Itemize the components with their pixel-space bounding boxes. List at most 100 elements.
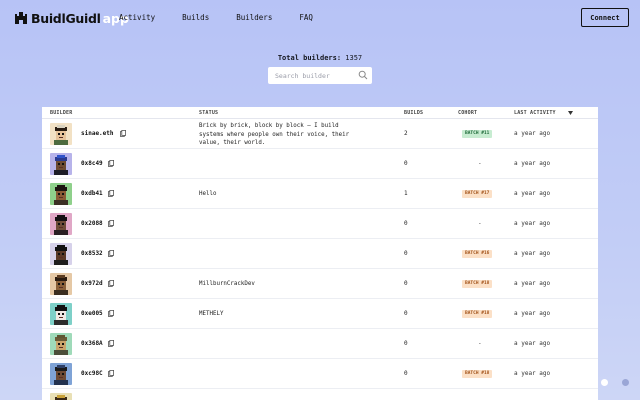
header-status[interactable]: STATUS <box>199 110 218 116</box>
builders-table: BUILDER STATUS BUILDS COHORT LAST ACTIVI… <box>42 107 598 400</box>
copy-icon[interactable] <box>120 130 126 137</box>
table-row[interactable]: 0x8c49 0 - a year ago <box>42 149 598 179</box>
avatar[interactable] <box>50 273 72 295</box>
builds-count: 0 <box>404 370 408 377</box>
cohort-badge[interactable]: BATCH #11 <box>462 130 493 138</box>
top-nav: BuidlGuidl app Activity Builds Builders … <box>0 0 640 36</box>
avatar[interactable] <box>50 333 72 355</box>
search-box <box>268 67 372 84</box>
last-activity: a year ago <box>514 160 551 167</box>
last-activity: a year ago <box>514 130 551 137</box>
last-activity: a year ago <box>514 370 551 377</box>
nav-link-activity[interactable]: Activity <box>119 13 155 22</box>
sort-down-icon[interactable] <box>568 111 573 115</box>
builds-count: 0 <box>404 280 408 287</box>
copy-icon[interactable] <box>108 280 114 287</box>
last-activity: a year ago <box>514 190 551 197</box>
builder-status: METHELY <box>199 310 374 319</box>
brand-logo[interactable]: BuidlGuidl app <box>14 9 129 27</box>
table-header: BUILDER STATUS BUILDS COHORT LAST ACTIVI… <box>42 107 598 119</box>
avatar[interactable] <box>50 393 72 400</box>
status-line: Brick by brick, block by block — I build <box>199 123 339 129</box>
nav-link-faq[interactable]: FAQ <box>299 13 313 22</box>
avatar[interactable] <box>50 303 72 325</box>
table-row[interactable]: 0x2088 0 - a year ago <box>42 209 598 239</box>
last-activity: a year ago <box>514 280 551 287</box>
status-line: Hello <box>199 191 217 197</box>
avatar[interactable] <box>50 123 72 145</box>
total-builders: Total builders: 1357 <box>0 54 640 62</box>
builds-count: 0 <box>404 340 408 347</box>
builder-address[interactable]: sinae.eth <box>81 130 114 137</box>
status-line: METHELY <box>199 311 224 317</box>
avatar[interactable] <box>50 213 72 235</box>
total-builders-value: 1357 <box>345 54 363 62</box>
copy-icon[interactable] <box>108 310 114 317</box>
table-row[interactable]: 0x8532 0 BATCH #16 a year ago <box>42 239 598 269</box>
header-cohort[interactable]: COHORT <box>458 110 477 116</box>
status-line: systems where people own their voice, th… <box>199 131 350 138</box>
table-row[interactable]: 0xe005 METHELY 0 BATCH #18 a year ago <box>42 299 598 329</box>
avatar[interactable] <box>50 183 72 205</box>
copy-icon[interactable] <box>108 220 114 227</box>
table-row[interactable]: 0xdb41 Hello 1 BATCH #17 a year ago <box>42 179 598 209</box>
header-last-activity[interactable]: LAST ACTIVITY <box>514 110 556 116</box>
total-builders-label: Total builders: <box>277 54 342 62</box>
builder-status: Brick by brick, block by block — I build… <box>199 122 374 148</box>
table-row[interactable]: sinae.eth Brick by brick, block by block … <box>42 119 598 149</box>
builds-count: 0 <box>404 220 408 227</box>
cohort-badge[interactable]: BATCH #16 <box>462 250 493 258</box>
builder-address[interactable]: 0x8532 <box>81 250 103 257</box>
copy-icon[interactable] <box>108 160 114 167</box>
builds-count: 0 <box>404 250 408 257</box>
builder-address[interactable]: 0xdb41 <box>81 190 103 197</box>
header-builds[interactable]: BUILDS <box>404 110 423 116</box>
search-icon[interactable] <box>358 70 368 80</box>
table-row[interactable]: 0x368A 0 - a year ago <box>42 329 598 359</box>
page-dot-active[interactable] <box>601 379 608 386</box>
table-row[interactable] <box>42 389 598 400</box>
status-line: MillburnCrackDev <box>199 281 255 287</box>
builder-address[interactable]: 0xe005 <box>81 310 103 317</box>
builder-address[interactable]: 0x972d <box>81 280 103 287</box>
builds-count: 0 <box>404 160 408 167</box>
copy-icon[interactable] <box>108 340 114 347</box>
copy-icon[interactable] <box>108 190 114 197</box>
copy-icon[interactable] <box>108 250 114 257</box>
last-activity: a year ago <box>514 220 551 227</box>
table-row[interactable]: 0xc98C 0 BATCH #18 a year ago <box>42 359 598 389</box>
nav-link-builds[interactable]: Builds <box>182 13 209 22</box>
cohort-badge[interactable]: BATCH #18 <box>462 310 493 318</box>
cohort-badge[interactable]: BATCH #18 <box>462 280 493 288</box>
builder-address[interactable]: 0xc98C <box>81 370 103 377</box>
connect-button[interactable]: Connect <box>581 8 629 27</box>
cohort-empty: - <box>478 340 482 347</box>
builds-count: 0 <box>404 310 408 317</box>
builds-count: 1 <box>404 190 408 197</box>
last-activity: a year ago <box>514 310 551 317</box>
builder-address[interactable]: 0x8c49 <box>81 160 103 167</box>
search-input[interactable] <box>268 67 354 84</box>
cohort-badge[interactable]: BATCH #18 <box>462 370 493 378</box>
builder-address[interactable]: 0x2088 <box>81 220 103 227</box>
cohort-empty: - <box>478 160 482 167</box>
brand-name: BuidlGuidl <box>31 10 101 26</box>
cohort-badge[interactable]: BATCH #17 <box>462 190 493 198</box>
status-line: value, their world. <box>199 140 266 146</box>
builder-status: MillburnCrackDev <box>199 280 374 289</box>
avatar[interactable] <box>50 363 72 385</box>
last-activity: a year ago <box>514 340 551 347</box>
avatar[interactable] <box>50 243 72 265</box>
page-dot[interactable] <box>622 379 629 386</box>
avatar[interactable] <box>50 153 72 175</box>
nav-link-builders[interactable]: Builders <box>236 13 272 22</box>
copy-icon[interactable] <box>108 370 114 377</box>
last-activity: a year ago <box>514 250 551 257</box>
cohort-empty: - <box>478 220 482 227</box>
builder-address[interactable]: 0x368A <box>81 340 103 347</box>
builder-status: Hello <box>199 190 374 199</box>
nav-links: Activity Builds Builders FAQ <box>119 13 340 22</box>
header-builder[interactable]: BUILDER <box>50 110 72 116</box>
table-row[interactable]: 0x972d MillburnCrackDev 0 BATCH #18 a year a… <box>42 269 598 299</box>
builds-count: 2 <box>404 130 408 137</box>
